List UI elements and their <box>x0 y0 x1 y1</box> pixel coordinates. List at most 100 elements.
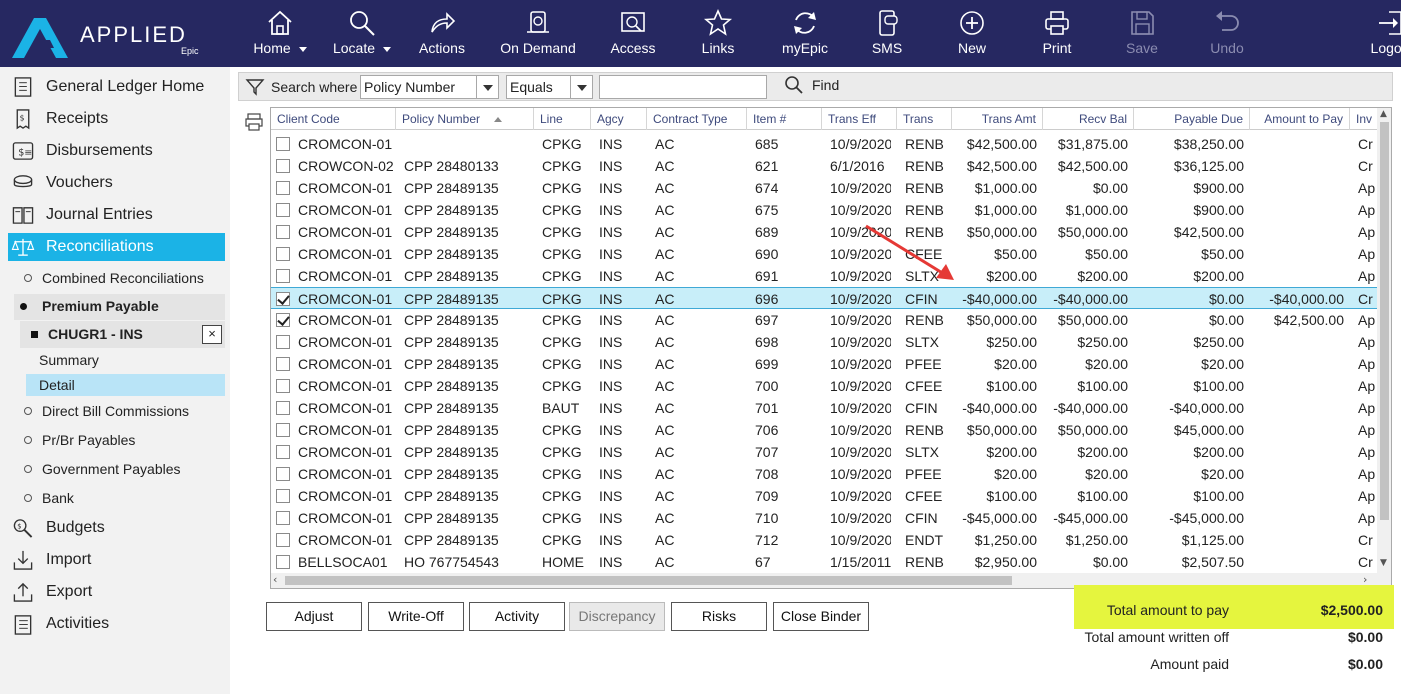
vertical-scrollbar[interactable]: ▲ ▼ <box>1377 108 1391 588</box>
row-checkbox[interactable] <box>276 445 290 459</box>
table-row[interactable]: CROMCON-01 CPP 28489135 CPKG INS AC 691 10/9/2… <box>271 265 1377 287</box>
row-checkbox[interactable] <box>276 555 290 569</box>
row-checkbox[interactable] <box>276 357 290 371</box>
row-checkbox[interactable] <box>276 203 290 217</box>
toolbar-access-button[interactable]: Access <box>598 8 668 64</box>
toolbar-on-demand-button[interactable]: On Demand <box>497 8 579 64</box>
column-header-client-code[interactable]: Client Code <box>271 108 396 130</box>
toolbar-logou-button[interactable]: Logou <box>1360 8 1401 64</box>
scroll-down-icon[interactable]: ▼ <box>1380 558 1387 568</box>
search-value-input[interactable] <box>599 75 767 99</box>
row-checkbox[interactable] <box>276 247 290 261</box>
table-row[interactable]: CROMCON-01 CPP 28489135 CPKG INS AC 696 10/9/2… <box>271 287 1377 309</box>
row-checkbox[interactable] <box>276 292 290 306</box>
cell-item: 698 <box>755 334 779 350</box>
toolbar-undo-button[interactable]: Undo <box>1199 8 1255 64</box>
chevron-down-icon[interactable] <box>383 46 392 52</box>
chevron-down-icon[interactable] <box>298 46 307 52</box>
column-header-policy-number[interactable]: Policy Number <box>396 108 534 130</box>
scrollbar-thumb[interactable] <box>285 576 1012 585</box>
toolbar-save-button[interactable]: Save <box>1114 8 1170 64</box>
nav-activities[interactable]: Activities <box>8 610 225 638</box>
nav-general-ledger-home[interactable]: General Ledger Home <box>8 73 225 101</box>
table-row[interactable]: CROMCON-01 CPP 28489135 CPKG INS AC 697 10/9/2… <box>271 309 1377 331</box>
column-header-trans-eff[interactable]: Trans Eff <box>822 108 897 130</box>
table-row[interactable]: CROMCON-01 CPP 28489135 CPKG INS AC 675 10/9/2… <box>271 199 1377 221</box>
scroll-left-icon[interactable]: ‹ <box>273 573 277 586</box>
row-checkbox[interactable] <box>276 423 290 437</box>
column-header-recv-bal[interactable]: Recv Bal <box>1043 108 1134 130</box>
row-checkbox[interactable] <box>276 137 290 151</box>
row-checkbox[interactable] <box>276 225 290 239</box>
table-row[interactable]: CROMCON-01 CPP 28489135 CPKG INS AC 674 10/9/2… <box>271 177 1377 199</box>
table-row[interactable]: CROMCON-01 CPKG INS AC 685 10/9/2020 RENB $42,5… <box>271 133 1377 155</box>
row-checkbox[interactable] <box>276 313 290 327</box>
risks-button[interactable]: Risks <box>671 602 767 631</box>
toolbar-home-button[interactable]: Home <box>245 8 315 64</box>
nav-vouchers[interactable]: Vouchers <box>8 169 225 197</box>
nav-summary[interactable]: Summary <box>26 349 225 371</box>
table-row[interactable]: CROMCON-01 CPP 28489135 CPKG INS AC 698 10/9/2… <box>271 331 1377 353</box>
toolbar-print-button[interactable]: Print <box>1029 8 1085 64</box>
nav-import[interactable]: Import <box>8 546 225 574</box>
close-icon[interactable]: × <box>202 325 222 344</box>
row-checkbox[interactable] <box>276 181 290 195</box>
toolbar-links-button[interactable]: Links <box>688 8 748 64</box>
table-row[interactable]: CROMCON-01 CPP 28489135 CPKG INS AC 699 10/9/2… <box>271 353 1377 375</box>
row-checkbox[interactable] <box>276 401 290 415</box>
scroll-up-icon[interactable]: ▲ <box>1380 109 1387 119</box>
toolbar-sms-button[interactable]: SMS <box>857 8 917 64</box>
column-header-contract-type[interactable]: Contract Type <box>647 108 747 130</box>
search-field-select[interactable]: Policy Number <box>360 75 499 99</box>
write-off-button[interactable]: Write-Off <box>368 602 464 631</box>
table-row[interactable]: CROMCON-01 CPP 28489135 CPKG INS AC 708 10/9/2… <box>271 463 1377 485</box>
toolbar-myepic-button[interactable]: myEpic <box>772 8 838 64</box>
row-checkbox[interactable] <box>276 489 290 503</box>
toolbar-actions-button[interactable]: Actions <box>410 8 474 64</box>
table-row[interactable]: CROMCON-01 CPP 28489135 CPKG INS AC 689 10/9/2… <box>271 221 1377 243</box>
toolbar-new-button[interactable]: New <box>944 8 1000 64</box>
toolbar-locate-button[interactable]: Locate <box>322 8 402 64</box>
search-operator-select[interactable]: Equals <box>506 75 593 99</box>
nav-premium-payable[interactable]: Premium Payable <box>14 294 225 320</box>
nav-detail[interactable]: Detail <box>26 374 225 396</box>
scrollbar-thumb[interactable] <box>1380 122 1389 520</box>
nav-export[interactable]: Export <box>8 578 225 606</box>
activity-button[interactable]: Activity <box>469 602 565 631</box>
column-header-item[interactable]: Item # <box>747 108 822 130</box>
table-row[interactable]: CROMCON-01 CPP 28489135 CPKG INS AC 707 10/9/2… <box>271 441 1377 463</box>
nav-chugr1-ins[interactable]: CHUGR1 - INS <box>20 321 225 348</box>
row-checkbox[interactable] <box>276 269 290 283</box>
nav-budgets[interactable]: $ Budgets <box>8 514 225 542</box>
row-options-icon[interactable] <box>244 112 264 132</box>
column-header-trans[interactable]: Trans <box>897 108 952 130</box>
nav-disbursements[interactable]: $≡ Disbursements <box>8 137 225 165</box>
row-checkbox[interactable] <box>276 511 290 525</box>
table-row[interactable]: BELLSOCA01 HO 767754543 HOME INS AC 67 1/15/20… <box>271 551 1377 573</box>
column-header-agcy[interactable]: Agcy <box>591 108 647 130</box>
nav-reconciliations[interactable]: Reconciliations <box>8 233 225 261</box>
column-header-trans-amt[interactable]: Trans Amt <box>952 108 1043 130</box>
column-header-amount-to-pay[interactable]: Amount to Pay <box>1250 108 1350 130</box>
cell-policy: CPP 28489135 <box>404 400 499 416</box>
nav-journal-entries[interactable]: Journal Entries <box>8 201 225 229</box>
close-binder-button[interactable]: Close Binder <box>773 602 869 631</box>
row-checkbox[interactable] <box>276 159 290 173</box>
table-row[interactable]: CROMCON-01 CPP 28489135 CPKG INS AC 712 10/9/2… <box>271 529 1377 551</box>
row-checkbox[interactable] <box>276 467 290 481</box>
table-row[interactable]: CROMCON-01 CPP 28489135 CPKG INS AC 710 10/9/2… <box>271 507 1377 529</box>
nav-receipts[interactable]: $ Receipts <box>8 105 225 133</box>
table-row[interactable]: CROMCON-01 CPP 28489135 CPKG INS AC 706 10/9/2… <box>271 419 1377 441</box>
table-row[interactable]: CROMCON-01 CPP 28489135 CPKG INS AC 700 10/9/2… <box>271 375 1377 397</box>
column-header-payable-due[interactable]: Payable Due <box>1134 108 1250 130</box>
table-row[interactable]: CROMCON-01 CPP 28489135 CPKG INS AC 709 10/9/2… <box>271 485 1377 507</box>
column-header-line[interactable]: Line <box>534 108 591 130</box>
row-checkbox[interactable] <box>276 533 290 547</box>
row-checkbox[interactable] <box>276 335 290 349</box>
table-row[interactable]: CROWCON-02 CPP 28480133 CPKG INS AC 621 6/1/20… <box>271 155 1377 177</box>
discrepancy-button[interactable]: Discrepancy <box>569 602 665 631</box>
table-row[interactable]: CROMCON-01 CPP 28489135 BAUT INS AC 701 10/9/2… <box>271 397 1377 419</box>
adjust-button[interactable]: Adjust <box>266 602 362 631</box>
table-row[interactable]: CROMCON-01 CPP 28489135 CPKG INS AC 690 10/9/2… <box>271 243 1377 265</box>
row-checkbox[interactable] <box>276 379 290 393</box>
